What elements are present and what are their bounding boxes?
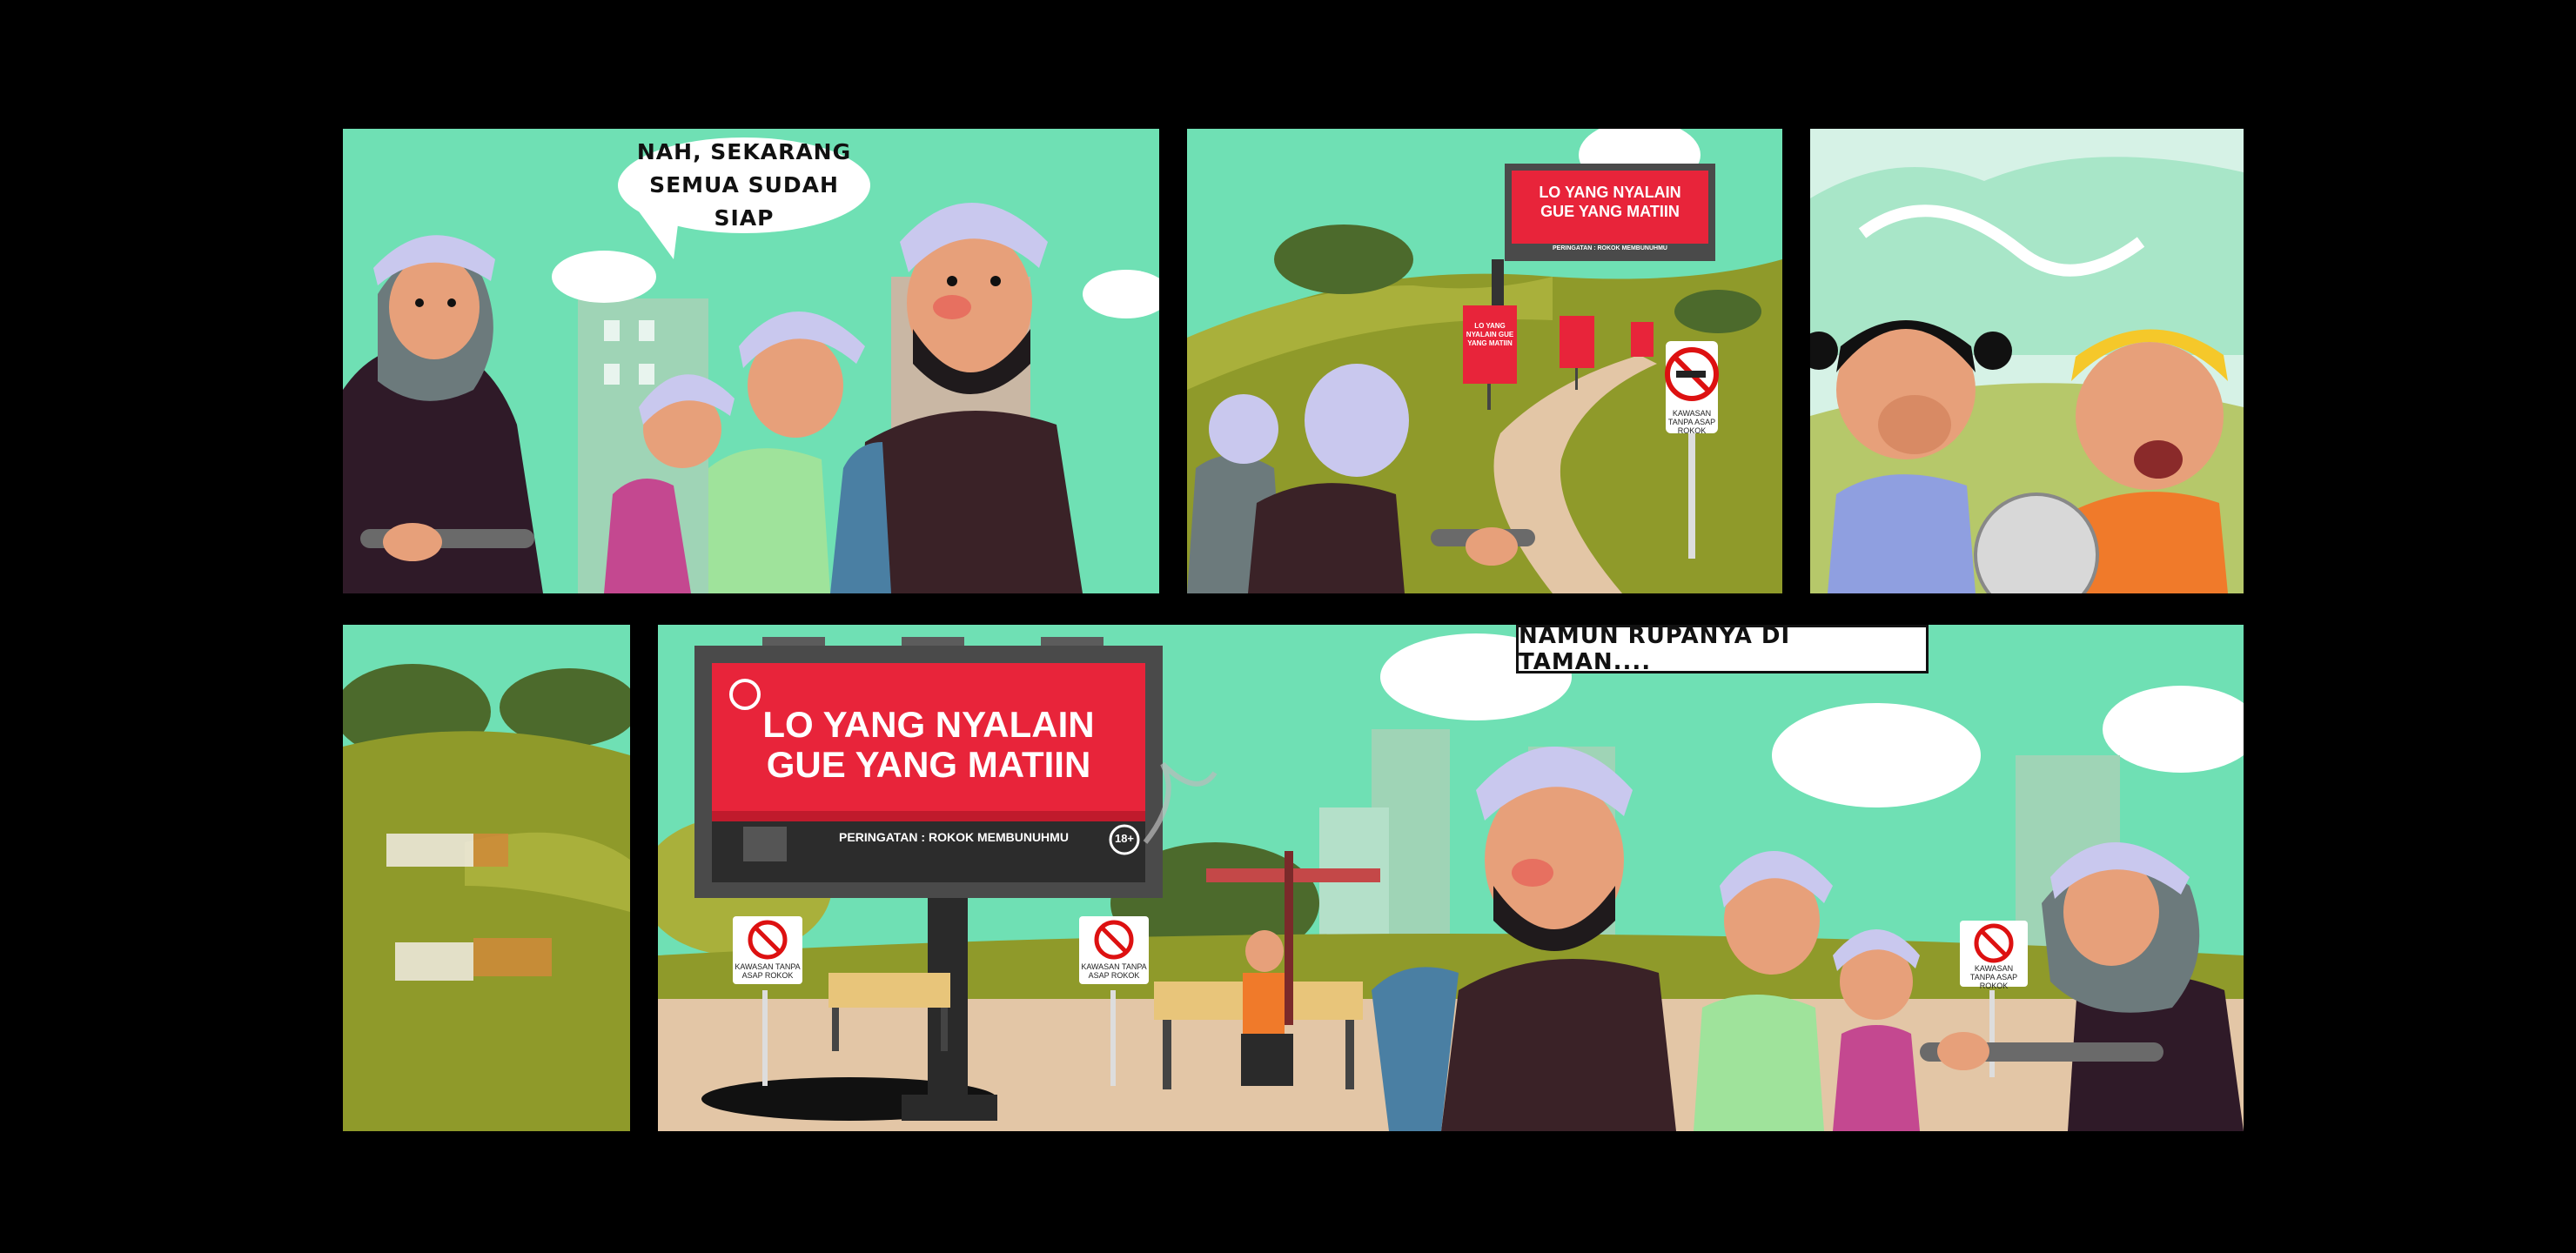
speech-line-1: NAH, SEKARANG [636,139,852,164]
comic-panel-2: LO YANG NYALAIN GUE YANG MATIIN PERINGAT… [1187,129,1782,593]
billboard-line-1: LO YANG NYALAIN [762,704,1095,745]
speech-bubble: NAH, SEKARANG SEMUA SUDAH SIAP [618,137,870,233]
comic-panel-1: NAH, SEKARANG SEMUA SUDAH SIAP [343,129,1159,593]
small-billboard-text: LO YANG NYALAIN GUE YANG MATIIN [1466,322,1514,347]
no-smoking-sign-label: KAWASAN TANPA ASAP ROKOK [735,962,801,980]
comic-panel-4 [343,625,630,1131]
speech-line-2: SEMUA SUDAH SIAP [649,172,839,231]
kids-coughing-illustration [1810,129,2244,593]
billboard-headline: LO YANG NYALAIN GUE YANG MATIIN [1512,183,1708,221]
cigarette-butts-illustration [343,625,630,1131]
billboard-line-1: LO YANG NYALAIN [1539,184,1681,201]
age-badge: 18+ [1114,832,1135,845]
billboard-line-2: GUE YANG MATIIN [766,744,1091,785]
narration-caption: NAMUN RUPANYA DI TAMAN.... [1516,625,1929,675]
billboard-warning: PERINGATAN : ROKOK MEMBUNUHMU [1553,245,1667,251]
billboard-headline: LO YANG NYALAIN GUE YANG MATIIN [712,705,1145,785]
billboard-line-2: GUE YANG MATIIN [1540,203,1680,220]
comic-panel-3 [1810,129,2244,593]
no-smoking-sign-label: KAWASAN TANPA ASAP ROKOK [1667,409,1716,435]
billboard-warning: PERINGATAN : ROKOK MEMBUNUHMU [839,830,1069,844]
no-smoking-sign-label: KAWASAN TANPA ASAP ROKOK [1969,964,2018,990]
comic-panel-5: NAMUN RUPANYA DI TAMAN.... LO YANG NYALA… [658,625,2244,1131]
park-scene-illustration [658,625,2244,1131]
no-smoking-sign-label: KAWASAN TANPA ASAP ROKOK [1081,962,1147,980]
